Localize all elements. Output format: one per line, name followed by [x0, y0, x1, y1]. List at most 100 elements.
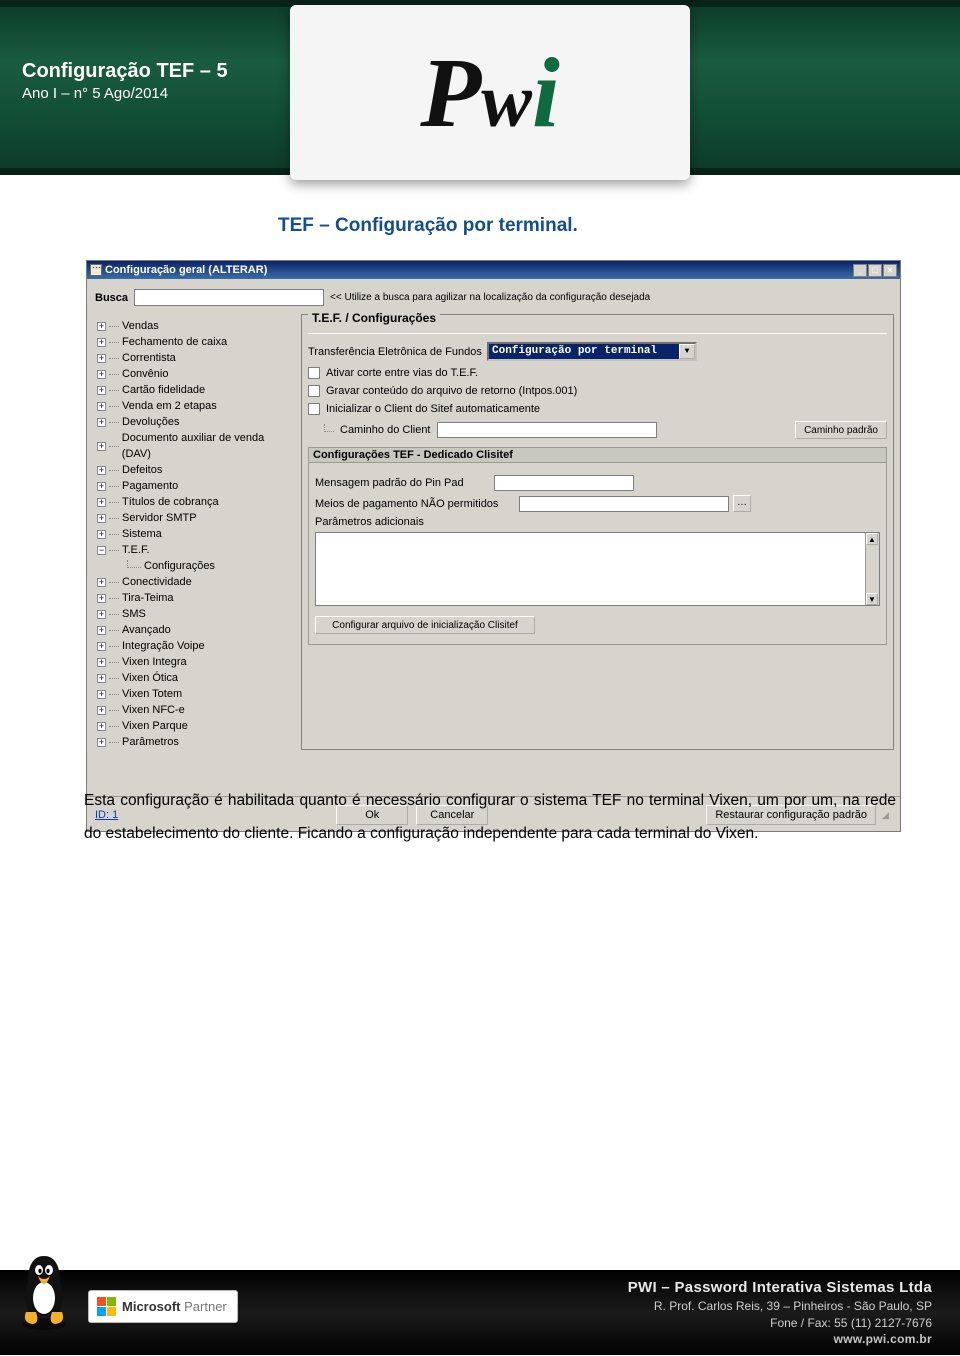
tree-item-conectividade[interactable]: +Conectividade [93, 574, 293, 590]
tree-label: Avançado [122, 622, 171, 638]
meios-browse-button[interactable]: … [733, 495, 751, 512]
config-clisitef-button[interactable]: Configurar arquivo de inicialização Clis… [315, 616, 535, 634]
caminho-client-input[interactable] [437, 422, 657, 438]
tree-label: Títulos de cobrança [122, 494, 219, 510]
search-input[interactable] [134, 289, 324, 306]
tree-item-convenio[interactable]: +Convênio [93, 366, 293, 382]
panel-heading: T.E.F. / Configurações [308, 309, 440, 327]
window-title: Configuração geral (ALTERAR) [105, 264, 267, 276]
window-controls: _ □ × [853, 264, 897, 277]
scroll-down-icon[interactable]: ▼ [866, 593, 878, 605]
tree-item-integra[interactable]: +Vixen Integra [93, 654, 293, 670]
params-label: Parâmetros adicionais [315, 516, 424, 528]
chk-gravar-label: Gravar conteúdo do arquivo de retorno (I… [326, 385, 577, 397]
close-button[interactable]: × [883, 264, 897, 277]
microsoft-flag-icon [97, 1297, 116, 1316]
tree-item-devolucoes[interactable]: +Devoluções [93, 414, 293, 430]
checkbox[interactable] [308, 367, 320, 379]
scroll-up-icon[interactable]: ▲ [866, 533, 878, 545]
company-phone: Fone / Fax: 55 (11) 2127-7676 [628, 1315, 932, 1331]
tree-item-cartaofid[interactable]: +Cartão fidelidade [93, 382, 293, 398]
app-icon [90, 264, 102, 276]
tef-mode-row: Transferência Eletrônica de Fundos Confi… [308, 342, 887, 361]
chk-inicializar-label: Inicializar o Client do Sitef automatica… [326, 403, 540, 415]
tree-item-parque[interactable]: +Vixen Parque [93, 718, 293, 734]
params-textarea[interactable]: ▲ ▼ [315, 532, 880, 606]
window-body: +Vendas +Fechamento de caixa +Correntist… [87, 314, 900, 756]
doc-issue: Ano I – n° 5 Ago/2014 [22, 85, 228, 102]
tree-label: Parâmetros [122, 734, 179, 750]
tree-label: Venda em 2 etapas [122, 398, 217, 414]
tree-label: Vixen NFC-e [122, 702, 185, 718]
footer-right: PWI – Password Interativa Sistemas Ltda … [628, 1278, 932, 1347]
maximize-button[interactable]: □ [868, 264, 882, 277]
tree-item-dav[interactable]: +Documento auxiliar de venda (DAV) [93, 430, 293, 462]
tree-item-tef-config[interactable]: Configurações [93, 558, 293, 574]
tree-label: Documento auxiliar de venda (DAV) [122, 430, 293, 462]
tree-label: Cartão fidelidade [122, 382, 205, 398]
tree-item-nfce[interactable]: +Vixen NFC-e [93, 702, 293, 718]
config-panel: T.E.F. / Configurações Transferência Ele… [301, 314, 894, 750]
tree-item-smtp[interactable]: +Servidor SMTP [93, 510, 293, 526]
page-footer: Microsoft Partner PWI – Password Interat… [0, 1270, 960, 1355]
tef-mode-value: Configuração por terminal [489, 344, 679, 359]
tree-item-fechamento[interactable]: +Fechamento de caixa [93, 334, 293, 350]
tree-label: Fechamento de caixa [122, 334, 227, 350]
nav-tree[interactable]: +Vendas +Fechamento de caixa +Correntist… [93, 314, 293, 750]
tree-item-vendas[interactable]: +Vendas [93, 318, 293, 334]
subsection-body: Mensagem padrão do Pin Pad Meios de paga… [308, 463, 887, 645]
meios-label: Meios de pagamento NÃO permitidos [315, 498, 515, 510]
doc-title: Configuração TEF – 5 [22, 60, 228, 83]
tree-item-defeitos[interactable]: +Defeitos [93, 462, 293, 478]
minimize-button[interactable]: _ [853, 264, 867, 277]
tree-item-sistema[interactable]: +Sistema [93, 526, 293, 542]
search-row: Busca << Utilize a busca para agilizar n… [87, 279, 900, 314]
msg-pinpad-input[interactable] [494, 475, 634, 491]
chevron-down-icon[interactable]: ▼ [679, 344, 695, 359]
collapse-icon[interactable]: − [97, 546, 106, 555]
tree-item-sms[interactable]: +SMS [93, 606, 293, 622]
tree-label: Servidor SMTP [122, 510, 197, 526]
checkbox[interactable] [308, 385, 320, 397]
tef-mode-select[interactable]: Configuração por terminal ▼ [487, 342, 697, 361]
tree-item-totem[interactable]: +Vixen Totem [93, 686, 293, 702]
tree-label: Defeitos [122, 462, 162, 478]
tree-label: T.E.F. [122, 542, 150, 558]
expand-icon[interactable]: + [97, 322, 106, 331]
chk-inicializar-row[interactable]: Inicializar o Client do Sitef automatica… [308, 403, 887, 415]
titlebar-left: Configuração geral (ALTERAR) [90, 264, 267, 276]
tree-item-parametros[interactable]: +Parâmetros [93, 734, 293, 750]
tree-item-venda2etapas[interactable]: +Venda em 2 etapas [93, 398, 293, 414]
search-label: Busca [95, 292, 128, 304]
tree-label: Integração Voipe [122, 638, 205, 654]
tree-item-avancado[interactable]: +Avançado [93, 622, 293, 638]
caminho-client-row: Caminho do Client Caminho padrão [308, 421, 887, 439]
scrollbar[interactable]: ▲ ▼ [865, 533, 879, 605]
logo-letter-w: w [481, 59, 532, 143]
chk-ativar-label: Ativar corte entre vias do T.E.F. [326, 367, 478, 379]
tree-item-titulos[interactable]: +Títulos de cobrança [93, 494, 293, 510]
tree-item-tef[interactable]: − T.E.F. [93, 542, 293, 558]
chk-gravar-row[interactable]: Gravar conteúdo do arquivo de retorno (I… [308, 385, 887, 397]
tree-line [109, 326, 119, 327]
ms-word: Microsoft [122, 1299, 181, 1314]
tree-item-pagamento[interactable]: +Pagamento [93, 478, 293, 494]
window-titlebar[interactable]: Configuração geral (ALTERAR) _ □ × [87, 261, 900, 279]
header-titleblock: Configuração TEF – 5 Ano I – n° 5 Ago/20… [22, 60, 228, 102]
caminho-padrao-button[interactable]: Caminho padrão [795, 421, 887, 439]
tree-label: Correntista [122, 350, 176, 366]
divider [308, 333, 887, 334]
meios-input[interactable] [519, 496, 729, 512]
logo-letter-p: P [420, 37, 481, 148]
footer-left: Microsoft Partner [10, 1258, 238, 1356]
tree-item-tirateima[interactable]: +Tira-Teima [93, 590, 293, 606]
tree-item-voipe[interactable]: +Integração Voipe [93, 638, 293, 654]
tree-label: SMS [122, 606, 146, 622]
chk-ativar-row[interactable]: Ativar corte entre vias do T.E.F. [308, 367, 887, 379]
tree-item-correntista[interactable]: +Correntista [93, 350, 293, 366]
tree-item-otica[interactable]: +Vixen Ótica [93, 670, 293, 686]
checkbox[interactable] [308, 403, 320, 415]
partner-word: Partner [184, 1299, 227, 1314]
tef-mode-label: Transferência Eletrônica de Fundos [308, 346, 483, 358]
logo-frame: Pwi [290, 5, 690, 180]
